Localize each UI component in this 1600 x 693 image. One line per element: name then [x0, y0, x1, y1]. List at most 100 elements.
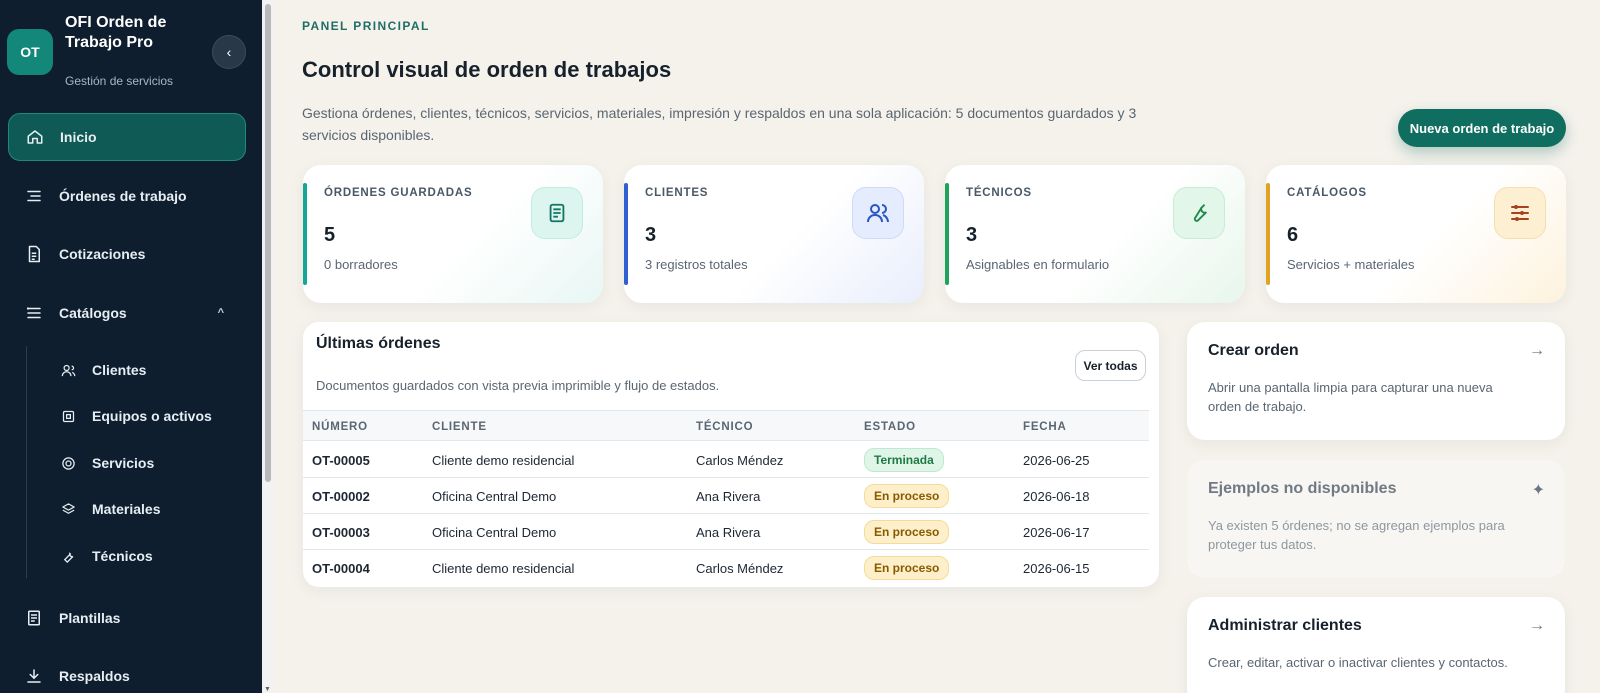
list-icon: [1494, 187, 1546, 239]
stat-label: CLIENTES: [645, 187, 709, 199]
order-date: 2026-06-25: [1023, 452, 1090, 468]
order-date: 2026-06-17: [1023, 524, 1090, 540]
new-order-button[interactable]: Nueva orden de trabajo: [1398, 109, 1566, 147]
document-icon: [531, 187, 583, 239]
sidebar-item-label: Respaldos: [59, 668, 130, 684]
stat-value: 5: [324, 224, 336, 246]
card-description: Abrir una pantalla limpia para capturar …: [1208, 380, 1493, 414]
app-name: OFI Orden de Trabajo Pro: [65, 14, 167, 51]
order-number[interactable]: OT-00004: [312, 550, 370, 586]
stat-value: 3: [966, 224, 978, 246]
order-number[interactable]: OT-00005: [312, 442, 370, 478]
sidebar-subitem-clientes[interactable]: Clientes: [60, 355, 146, 385]
stat-subtext: Asignables en formulario: [966, 257, 1110, 272]
order-client: Oficina Central Demo: [432, 524, 557, 540]
chevron-left-icon: ‹: [226, 44, 232, 60]
stat-value: 3: [645, 224, 657, 246]
sidebar-item-respaldos[interactable]: Respaldos: [8, 652, 246, 693]
sidebar: OT OFI Orden de Trabajo Pro Gestión de s…: [0, 0, 262, 693]
column-header[interactable]: ESTADO: [864, 411, 916, 442]
sidebar-item-plantillas[interactable]: Plantillas: [8, 594, 246, 642]
column-header[interactable]: NÚMERO: [312, 411, 368, 442]
list-icon: [25, 187, 43, 205]
stat-subtext: 0 borradores: [324, 257, 398, 272]
status-badge: En proceso: [864, 556, 950, 580]
sidebar-subitem-servicios[interactable]: Servicios: [60, 448, 154, 478]
sidebar-scrollbar[interactable]: ▼: [262, 0, 274, 693]
order-date: 2026-06-18: [1023, 488, 1090, 504]
order-technician: Ana Rivera: [696, 488, 761, 504]
table-row[interactable]: OT-00004 Cliente demo residencial Carlos…: [303, 550, 1149, 586]
manage-clients-card[interactable]: Administrar clientes → Crear, editar, ac…: [1187, 597, 1565, 693]
scroll-down-arrow-icon[interactable]: ▼: [264, 686, 271, 693]
stat-label: ÓRDENES GUARDADAS: [324, 187, 473, 199]
column-header[interactable]: TÉCNICO: [696, 411, 753, 442]
sidebar-item-label: Inicio: [60, 129, 97, 145]
latest-orders-panel: Últimas órdenes Documentos guardados con…: [303, 322, 1159, 587]
table-row[interactable]: OT-00002 Oficina Central Demo Ana Rivera…: [303, 478, 1149, 514]
table-row[interactable]: OT-00003 Oficina Central Demo Ana Rivera…: [303, 514, 1149, 550]
sidebar-item-inicio[interactable]: Inicio: [8, 113, 246, 161]
order-number[interactable]: OT-00002: [312, 478, 370, 514]
sidebar-subitem-label: Técnicos: [92, 548, 153, 564]
sidebar-subitem-label: Equipos o activos: [92, 408, 212, 424]
layers-icon: [60, 501, 76, 517]
stat-accent-bar: [303, 183, 307, 285]
table-header: NÚMERO CLIENTE TÉCNICO ESTADO FECHA: [303, 410, 1149, 441]
order-technician: Ana Rivera: [696, 524, 761, 540]
order-status-cell: Terminada: [864, 442, 944, 478]
status-badge: En proceso: [864, 520, 950, 544]
sidebar-subitem-label: Clientes: [92, 362, 147, 378]
sidebar-item-label: Órdenes de trabajo: [59, 188, 187, 204]
create-order-card[interactable]: Crear orden → Abrir una pantalla limpia …: [1187, 322, 1565, 440]
stat-label: TÉCNICOS: [966, 187, 1032, 199]
sidebar-item-cotizaciones[interactable]: Cotizaciones: [8, 230, 246, 278]
order-status-cell: En proceso: [864, 514, 950, 550]
stat-accent-bar: [1266, 183, 1270, 285]
order-technician: Carlos Méndez: [696, 560, 784, 576]
order-date: 2026-06-15: [1023, 560, 1090, 576]
page-description: Gestiona órdenes, clientes, técnicos, se…: [302, 105, 1137, 143]
status-badge: En proceso: [864, 484, 950, 508]
sidebar-subitem-equipos[interactable]: Equipos o activos: [60, 401, 212, 431]
column-header[interactable]: CLIENTE: [432, 411, 487, 442]
submenu-divider: [26, 346, 27, 578]
sidebar-item-label: Catálogos: [59, 305, 127, 321]
target-icon: [60, 455, 76, 471]
menu-lines-icon: [25, 304, 43, 322]
invoice-icon: [25, 245, 43, 263]
stat-accent-bar: [624, 183, 628, 285]
collapse-sidebar-button[interactable]: ‹: [212, 35, 246, 69]
page-eyebrow: PANEL PRINCIPAL: [302, 19, 430, 33]
order-number[interactable]: OT-00003: [312, 514, 370, 550]
sidebar-item-catalogos[interactable]: Catálogos ^: [8, 289, 246, 337]
sidebar-subitem-materiales[interactable]: Materiales: [60, 494, 160, 524]
arrow-right-icon: →: [1529, 342, 1545, 359]
view-all-button[interactable]: Ver todas: [1075, 350, 1146, 381]
stat-card-clientes[interactable]: CLIENTES 3 3 registros totales: [624, 165, 924, 303]
card-title: Crear orden: [1208, 342, 1299, 359]
users-icon: [852, 187, 904, 239]
sidebar-item-ordenes[interactable]: Órdenes de trabajo: [8, 172, 246, 220]
device-icon: [60, 408, 76, 424]
sidebar-subitem-tecnicos[interactable]: Técnicos: [60, 541, 153, 571]
scrollbar-thumb[interactable]: [265, 4, 271, 482]
panel-description: Documentos guardados con vista previa im…: [316, 378, 720, 393]
examples-unavailable-card: Ejemplos no disponibles ✦ Ya existen 5 ó…: [1187, 460, 1565, 578]
stat-card-catalogos[interactable]: CATÁLOGOS 6 Servicios + materiales: [1266, 165, 1566, 303]
app-logo: OT: [7, 29, 53, 75]
sparkle-icon: ✦: [1531, 482, 1545, 499]
order-status-cell: En proceso: [864, 550, 950, 586]
template-icon: [25, 609, 43, 627]
order-client: Cliente demo residencial: [432, 560, 575, 576]
home-icon: [26, 128, 44, 146]
table-row[interactable]: OT-00005 Cliente demo residencial Carlos…: [303, 442, 1149, 478]
stat-card-tecnicos[interactable]: TÉCNICOS 3 Asignables en formulario: [945, 165, 1245, 303]
stat-subtext: Servicios + materiales: [1287, 257, 1415, 272]
download-icon: [25, 667, 43, 685]
column-header[interactable]: FECHA: [1023, 411, 1067, 442]
stat-label: CATÁLOGOS: [1287, 187, 1367, 199]
card-title: Ejemplos no disponibles: [1208, 480, 1397, 497]
stat-card-ordenes[interactable]: ÓRDENES GUARDADAS 5 0 borradores: [303, 165, 603, 303]
sidebar-subitem-label: Servicios: [92, 455, 155, 471]
